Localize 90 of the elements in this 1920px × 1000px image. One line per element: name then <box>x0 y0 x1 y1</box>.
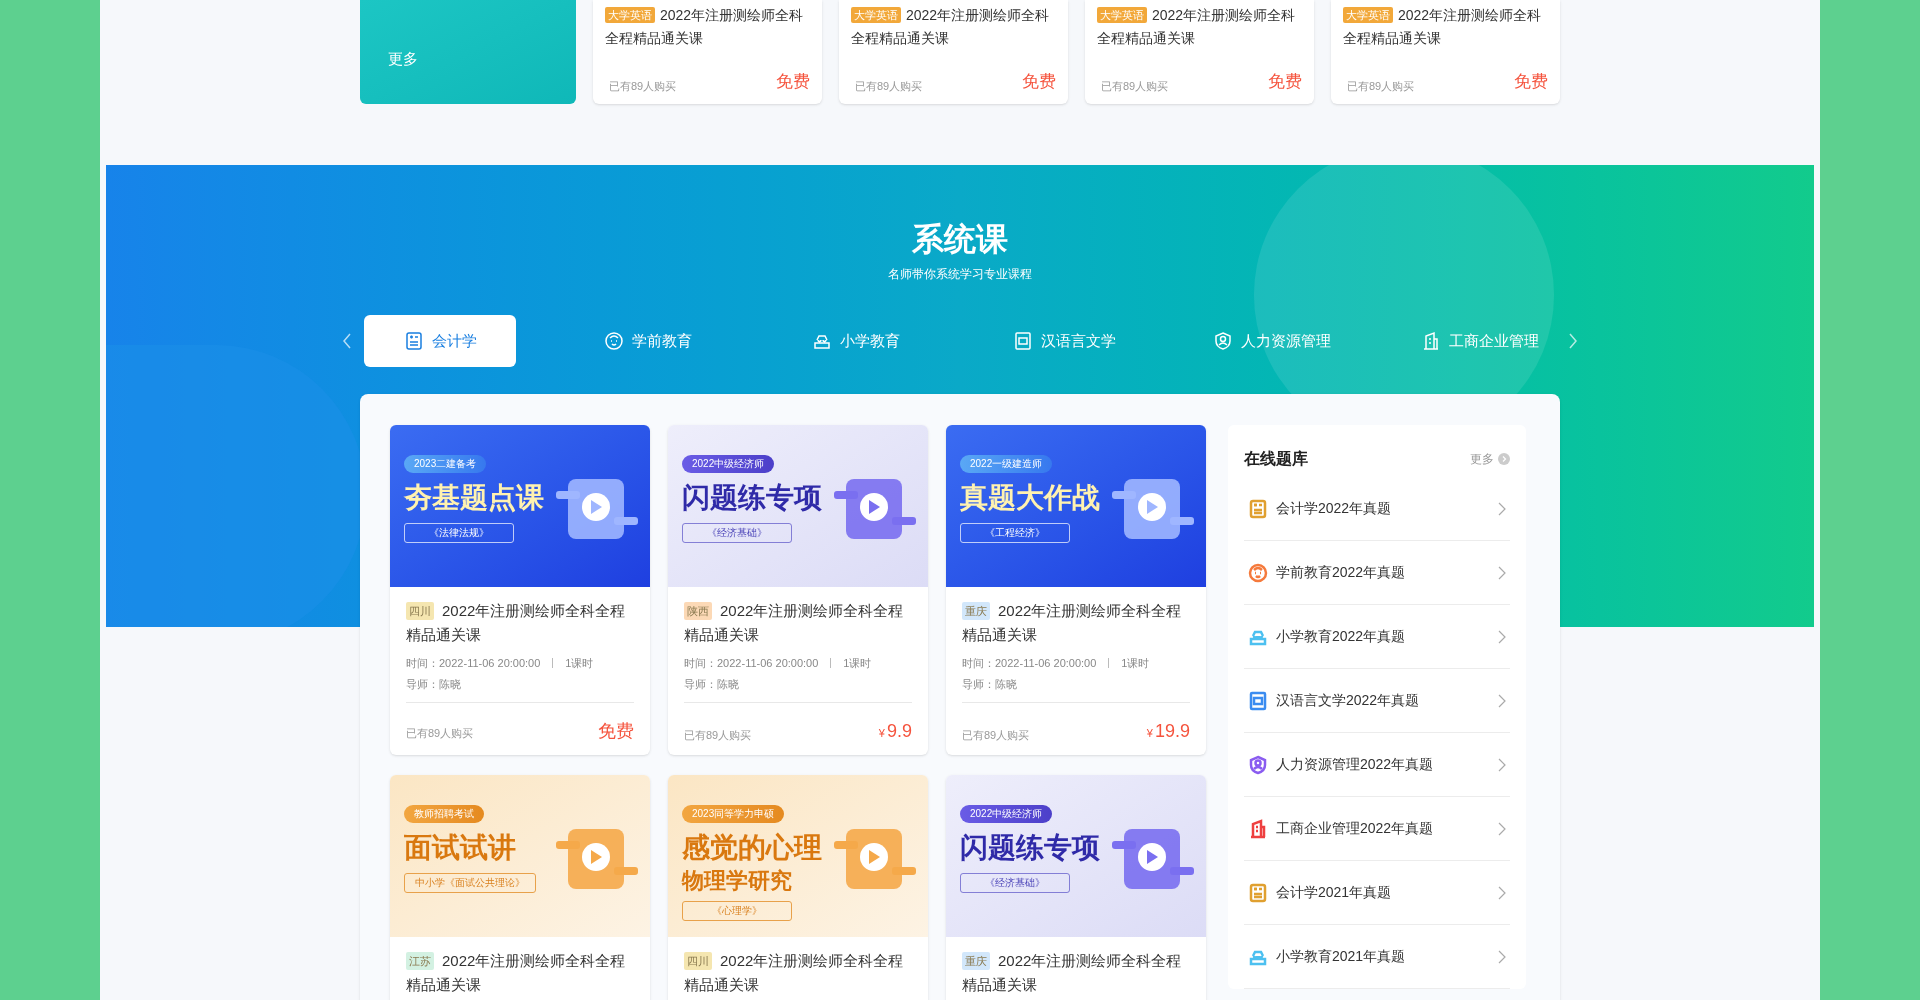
banner-badge: 2022中级经济师 <box>960 805 1053 823</box>
course-price: 免费 <box>598 721 634 741</box>
banner-headline: 面试试讲 <box>404 831 516 865</box>
banner-badge: 2023同等学力申硕 <box>682 805 785 823</box>
question-bank-item[interactable]: 人力资源管理2022年真题 <box>1244 733 1510 797</box>
course-title: 大学英语 2022年注册测绘师全科全程精品通关课 <box>1097 6 1297 48</box>
buyer-count: 已有89人购买 <box>962 727 1030 743</box>
chevron-right-icon <box>1498 629 1506 644</box>
banner-subtitle: 《法律法规》 <box>404 523 514 543</box>
course-card[interactable]: 教师招聘考试 面试试讲 中小学《面试公共理论》 江苏 2022年注册测绘师全科全程精品通关课 <box>390 775 650 1000</box>
course-title: 大学英语 2022年注册测绘师全科全程精品通关课 <box>605 6 805 48</box>
course-card[interactable]: 2023同等学力申硕 感觉的心理 物理学研究 《心理学》 四川 2022年注册测绘师全科全程精品通关课 <box>668 775 928 1000</box>
question-bank-item[interactable]: 小学教育2021年真题 <box>1244 925 1510 989</box>
course-price: ¥19.9 <box>1146 721 1190 743</box>
course-price: 免费 <box>776 70 810 93</box>
course-card[interactable]: 2022中级经济师 闪题练专项 《经济基础》 陕西 2022年注册测绘师全科全程精品通关课 时间：2022-11-06 20:00:00 1课时 导师：陈晓 已有89人购买 ¥9.9 <box>668 425 928 755</box>
banner-subtitle: 《经济基础》 <box>960 873 1070 893</box>
course-teacher: 导师：陈晓 <box>684 676 740 692</box>
course-title: 重庆 2022年注册测绘师全科全程精品通关课 <box>962 951 1183 995</box>
banner-headline: 夯基题点课 <box>404 481 544 515</box>
buyer-count: 已有89人购买 <box>854 78 923 94</box>
banner-badge: 2022一级建造师 <box>960 455 1053 473</box>
question-bank-item[interactable]: 学前教育2022年真题 <box>1244 541 1510 605</box>
chevron-right-icon <box>1498 821 1506 836</box>
category-icon <box>1012 331 1033 351</box>
banner-badge: 2023二建备考 <box>404 455 487 473</box>
course-price: 免费 <box>1268 70 1302 93</box>
course-title: 陕西 2022年注册测绘师全科全程精品通关课 <box>684 601 905 645</box>
question-bank-item[interactable]: 会计学2022年真题 <box>1244 477 1510 541</box>
buyer-count: 已有89人购买 <box>406 725 474 741</box>
course-card[interactable]: 2023二建备考 夯基题点课 《法律法规》 四川 2022年注册测绘师全科全程精品通关课 时间：2022-11-06 20:00:00 1课时 导师：陈晓 已有89人购买 免费 <box>390 425 650 755</box>
question-bank-item[interactable]: 会计学2021年真题 <box>1244 861 1510 925</box>
course-card[interactable]: 大学英语 2022年注册测绘师全科全程精品通关课 已有89人购买 免费 <box>1085 0 1314 104</box>
category-icon <box>1421 331 1441 351</box>
banner-subtitle: 《工程经济》 <box>960 523 1070 543</box>
course-card[interactable]: 大学英语 2022年注册测绘师全科全程精品通关课 已有89人购买 免费 <box>593 0 822 104</box>
course-title: 大学英语 2022年注册测绘师全科全程精品通关课 <box>851 6 1051 48</box>
chevron-left-icon[interactable] <box>342 333 352 349</box>
course-time: 时间：2022-11-06 20:00:00 <box>684 656 819 671</box>
chevron-right-icon <box>1498 693 1506 708</box>
course-title: 四川 2022年注册测绘师全科全程精品通关课 <box>406 601 627 645</box>
section-subtitle: 名师带你系统学习专业课程 <box>888 266 1032 283</box>
chevron-right-icon <box>1498 757 1506 772</box>
buyer-count: 已有89人购买 <box>608 78 677 94</box>
course-card[interactable]: 2022一级建造师 真题大作战 《工程经济》 重庆 2022年注册测绘师全科全程精品通关课 时间：2022-11-06 20:00:00 1课时 导师：陈晓 已有89人购买 ¥19.9 <box>946 425 1206 755</box>
lesson-count: 1课时 <box>1121 656 1150 671</box>
chevron-right-icon <box>1498 501 1506 516</box>
course-price: 免费 <box>1022 70 1056 93</box>
course-time: 时间：2022-11-06 20:00:00 <box>962 656 1097 671</box>
course-card[interactable]: 大学英语 2022年注册测绘师全科全程精品通关课 已有89人购买 免费 <box>1331 0 1560 104</box>
category-icon <box>403 331 424 351</box>
chevron-right-icon <box>1498 949 1506 964</box>
buyer-count: 已有89人购买 <box>1100 78 1169 94</box>
category-icon <box>604 331 624 351</box>
banner-headline: 闪题练专项 <box>682 481 822 515</box>
section-title: 系统课 <box>912 220 1008 259</box>
course-title: 大学英语 2022年注册测绘师全科全程精品通关课 <box>1343 6 1543 48</box>
banner-badge: 教师招聘考试 <box>404 805 484 823</box>
course-title: 重庆 2022年注册测绘师全科全程精品通关课 <box>962 601 1183 645</box>
course-title: 四川 2022年注册测绘师全科全程精品通关课 <box>684 951 905 995</box>
course-price: 免费 <box>1514 70 1548 93</box>
category-tab[interactable]: 会计学 <box>364 315 516 367</box>
course-card[interactable]: 2022中级经济师 闪题练专项 《经济基础》 重庆 2022年注册测绘师全科全程精品通关课 <box>946 775 1206 1000</box>
banner-headline: 真题大作战 <box>960 481 1100 515</box>
question-bank-item[interactable]: 小学教育2022年真题 <box>1244 605 1510 669</box>
buyer-count: 已有89人购买 <box>1346 78 1415 94</box>
chevron-right-icon[interactable] <box>1568 333 1578 349</box>
arrow-circle-icon <box>1498 453 1510 465</box>
lesson-count: 1课时 <box>843 656 872 671</box>
course-card[interactable]: 大学英语 2022年注册测绘师全科全程精品通关课 已有89人购买 免费 <box>839 0 1068 104</box>
banner-subtitle: 《经济基础》 <box>682 523 792 543</box>
course-price: ¥9.9 <box>878 721 912 743</box>
buyer-count: 已有89人购买 <box>684 727 752 743</box>
chevron-right-icon <box>1498 885 1506 900</box>
question-bank-title: 在线题库 <box>1244 449 1308 469</box>
category-icon <box>1213 331 1233 351</box>
course-title: 江苏 2022年注册测绘师全科全程精品通关课 <box>406 951 627 995</box>
banner-headline: 物理学研究 <box>682 867 793 895</box>
course-teacher: 导师：陈晓 <box>406 676 462 692</box>
banner-subtitle: 中小学《面试公共理论》 <box>404 873 536 893</box>
course-time: 时间：2022-11-06 20:00:00 <box>406 656 541 671</box>
question-bank-item[interactable]: 汉语言文学2022年真题 <box>1244 669 1510 733</box>
chevron-right-icon <box>1498 565 1506 580</box>
question-bank-item[interactable]: 工商企业管理2022年真题 <box>1244 797 1510 861</box>
lesson-count: 1课时 <box>565 656 594 671</box>
banner-headline: 感觉的心理 <box>682 831 822 865</box>
banner-badge: 2022中级经济师 <box>682 455 775 473</box>
banner-subtitle: 《心理学》 <box>682 901 792 921</box>
banner-headline: 闪题练专项 <box>960 831 1100 865</box>
course-teacher: 导师：陈晓 <box>962 676 1018 692</box>
